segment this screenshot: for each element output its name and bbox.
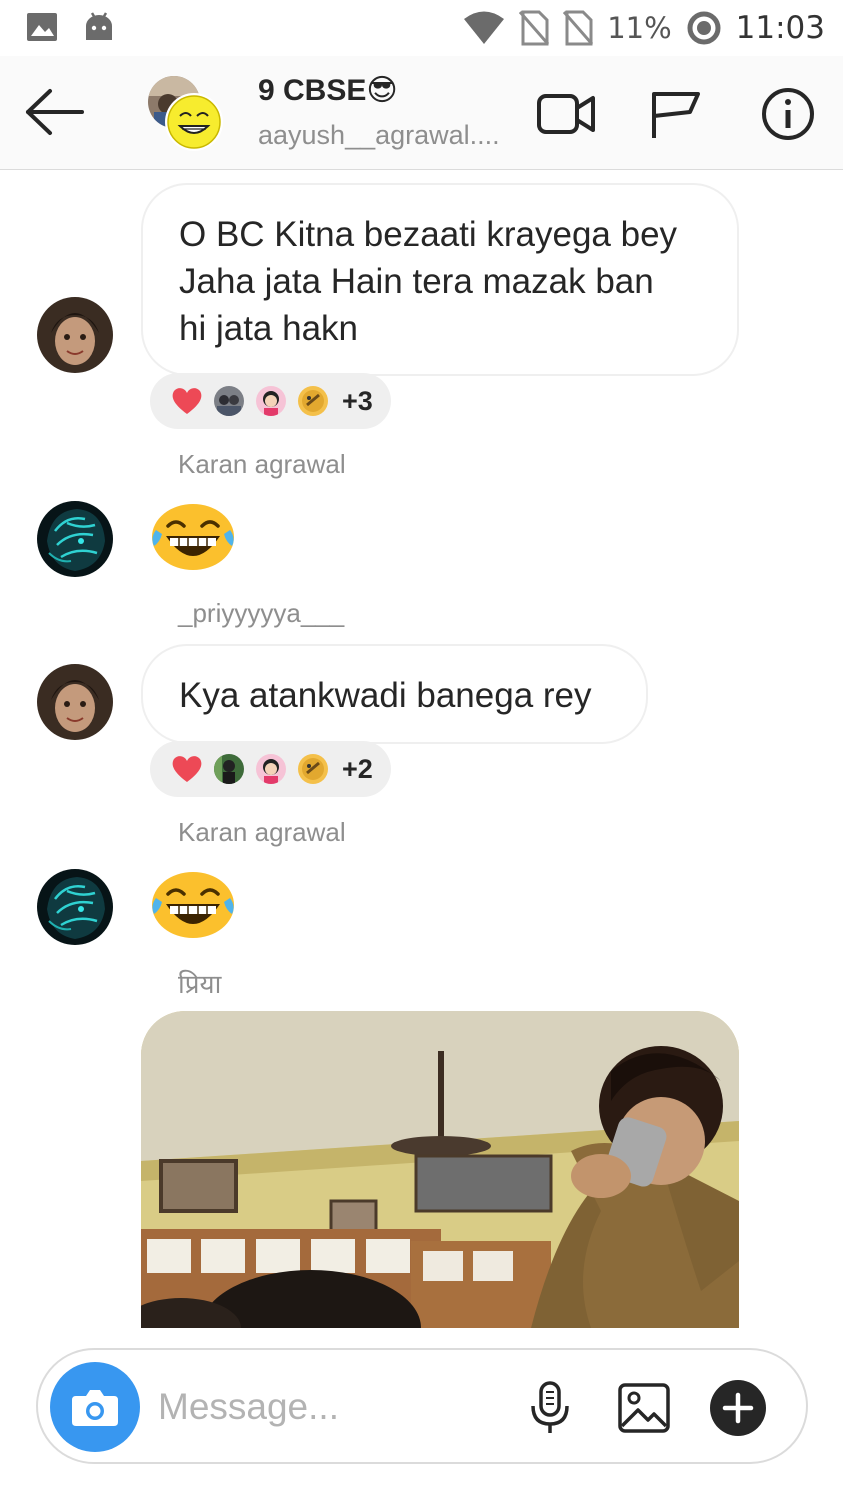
reactor-avatar (212, 384, 246, 418)
heart-icon (172, 756, 202, 782)
microphone-icon[interactable] (522, 1380, 578, 1436)
message-bubble[interactable]: O BC Kitna bezaati krayega bey Jaha jata… (141, 183, 739, 376)
chat-header: 9 CBSE😎 aayush__agrawal.... (0, 56, 843, 170)
laughing-tears-emoji[interactable] (150, 502, 236, 572)
reactions-pill[interactable]: +3 (150, 373, 391, 429)
battery-saver-icon (687, 11, 721, 45)
camera-button[interactable] (50, 1362, 140, 1452)
android-icon (86, 12, 112, 40)
sender-name: _priyyyyya___ (178, 598, 345, 628)
reactor-avatar (296, 752, 330, 786)
clock: 11:03 (735, 10, 825, 46)
reactions-pill[interactable]: +2 (150, 741, 391, 797)
avatar[interactable] (37, 297, 113, 373)
message-text-line: hi jata hakn (179, 309, 359, 348)
reactor-avatar (254, 752, 288, 786)
sender-name: Karan agrawal (178, 449, 346, 479)
no-sim-icon (519, 10, 550, 46)
message-text: Kya atankwadi banega rey (179, 676, 592, 715)
video-call-icon[interactable] (536, 86, 596, 142)
camera-icon (72, 1390, 118, 1426)
message-composer (36, 1348, 808, 1464)
heart-icon (172, 388, 202, 414)
group-members[interactable]: aayush__agrawal.... (258, 120, 500, 151)
message-text-line: Jaha jata Hain tera mazak ban (179, 262, 654, 301)
message-input[interactable] (158, 1378, 498, 1436)
message-bubble[interactable]: Kya atankwadi banega rey (141, 644, 648, 744)
group-title[interactable]: 9 CBSE😎 (258, 73, 398, 108)
battery-percent: 11% (607, 11, 672, 45)
reactor-avatar (296, 384, 330, 418)
reaction-count: +3 (342, 385, 373, 416)
image-icon[interactable] (616, 1380, 672, 1436)
sender-name: प्रिया (178, 969, 222, 999)
wifi-icon (464, 11, 505, 44)
gif-message[interactable] (141, 1011, 739, 1328)
info-icon[interactable] (758, 86, 818, 142)
gallery-icon (27, 13, 57, 41)
no-sim-icon (563, 10, 594, 46)
sender-name: Karan agrawal (178, 817, 346, 847)
group-avatar[interactable] (146, 74, 226, 154)
back-arrow-icon[interactable] (24, 86, 86, 138)
reaction-count: +2 (342, 753, 373, 784)
reactor-avatar (212, 752, 246, 786)
status-bar: 11% 11:03 (0, 0, 843, 56)
flag-icon[interactable] (646, 86, 706, 142)
avatar[interactable] (37, 664, 113, 740)
plus-icon[interactable] (708, 1378, 768, 1438)
laughing-tears-emoji[interactable] (150, 870, 236, 940)
message-text-line: O BC Kitna bezaati krayega bey (179, 215, 678, 254)
reactor-avatar (254, 384, 288, 418)
avatar[interactable] (37, 501, 113, 577)
avatar[interactable] (37, 869, 113, 945)
